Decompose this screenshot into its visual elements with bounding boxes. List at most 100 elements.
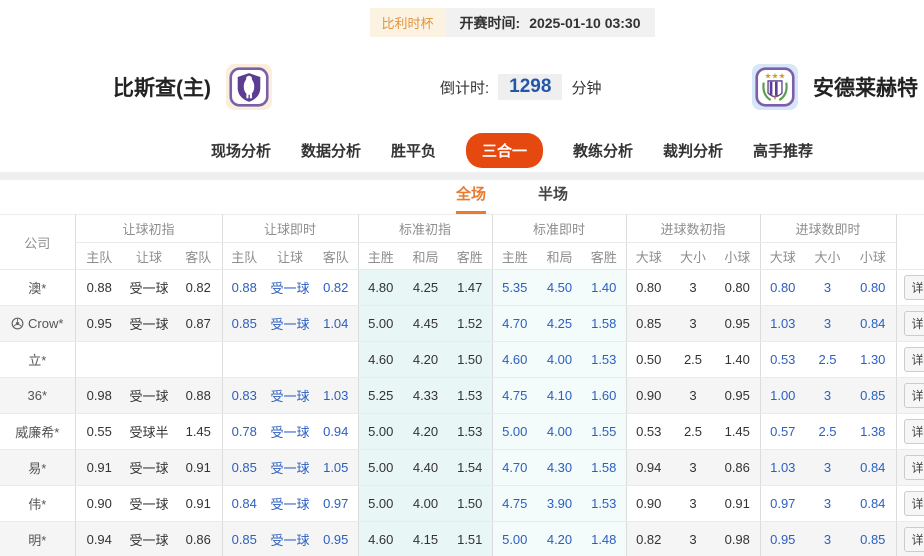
- odds-cell[interactable]: 2.5: [805, 342, 850, 378]
- odds-cell[interactable]: 4.70: [492, 306, 537, 342]
- column-subheader: 主胜: [492, 243, 537, 270]
- odds-cell: 0.94: [75, 522, 123, 556]
- odds-cell[interactable]: 0.85: [222, 450, 266, 486]
- detail-button[interactable]: 详: [904, 383, 924, 408]
- odds-cell[interactable]: 4.75: [492, 378, 537, 414]
- nav-tab[interactable]: 裁判分析: [663, 140, 723, 161]
- odds-cell[interactable]: 3: [805, 270, 850, 306]
- odds-cell[interactable]: 1.04: [314, 306, 358, 342]
- odds-cell[interactable]: 0.84: [850, 486, 896, 522]
- odds-cell[interactable]: 1.55: [582, 414, 626, 450]
- odds-cell[interactable]: 1.58: [582, 306, 626, 342]
- odds-cell[interactable]: 5.00: [492, 522, 537, 556]
- odds-cell[interactable]: 1.60: [582, 378, 626, 414]
- odds-cell[interactable]: 0.57: [760, 414, 805, 450]
- company-cell: 明*: [0, 522, 75, 556]
- odds-cell[interactable]: 0.84: [222, 486, 266, 522]
- odds-cell[interactable]: 0.83: [222, 378, 266, 414]
- detail-button[interactable]: 详: [904, 347, 924, 372]
- odds-cell[interactable]: 受一球: [266, 378, 314, 414]
- column-subheader: 客队: [175, 243, 222, 270]
- odds-cell[interactable]: 1.53: [582, 342, 626, 378]
- odds-cell[interactable]: 4.10: [537, 378, 582, 414]
- odds-cell[interactable]: 受一球: [266, 522, 314, 556]
- odds-cell[interactable]: 4.00: [537, 414, 582, 450]
- nav-tab[interactable]: 三合一: [466, 133, 543, 168]
- odds-cell[interactable]: 0.95: [760, 522, 805, 556]
- period-subtab[interactable]: 半场: [538, 183, 568, 214]
- column-group-header: 进球数初指: [626, 215, 760, 243]
- odds-cell[interactable]: 2.5: [805, 414, 850, 450]
- odds-cell[interactable]: 1.38: [850, 414, 896, 450]
- detail-button[interactable]: 详: [904, 311, 924, 336]
- odds-cell[interactable]: 5.35: [492, 270, 537, 306]
- odds-cell[interactable]: 4.60: [492, 342, 537, 378]
- odds-cell[interactable]: 4.30: [537, 450, 582, 486]
- nav-tab[interactable]: 现场分析: [211, 140, 271, 161]
- odds-cell[interactable]: 0.85: [850, 378, 896, 414]
- column-subheader: 主队: [222, 243, 266, 270]
- odds-cell[interactable]: 1.48: [582, 522, 626, 556]
- nav-tab[interactable]: 数据分析: [301, 140, 361, 161]
- detail-button[interactable]: 详: [904, 419, 924, 444]
- kickoff-time-block: 开赛时间: 2025-01-10 03:30: [446, 8, 655, 37]
- nav-tab[interactable]: 教练分析: [573, 140, 633, 161]
- detail-button[interactable]: 详: [904, 527, 924, 552]
- odds-cell[interactable]: 3: [805, 522, 850, 556]
- column-subheader: 主队: [75, 243, 123, 270]
- odds-cell[interactable]: 4.70: [492, 450, 537, 486]
- odds-cell: [222, 342, 266, 378]
- odds-cell[interactable]: 0.80: [850, 270, 896, 306]
- odds-cell[interactable]: 0.84: [850, 450, 896, 486]
- odds-cell[interactable]: 受一球: [266, 414, 314, 450]
- odds-cell: 0.82: [175, 270, 222, 306]
- odds-cell[interactable]: 1.30: [850, 342, 896, 378]
- odds-cell[interactable]: 0.53: [760, 342, 805, 378]
- odds-cell[interactable]: 3: [805, 306, 850, 342]
- odds-cell[interactable]: 1.03: [314, 378, 358, 414]
- odds-cell[interactable]: 0.97: [314, 486, 358, 522]
- odds-cell[interactable]: 1.00: [760, 378, 805, 414]
- odds-cell[interactable]: 0.94: [314, 414, 358, 450]
- odds-cell[interactable]: 受一球: [266, 270, 314, 306]
- odds-row: 威廉希*0.55受球半1.450.78受一球0.945.004.201.535.…: [0, 414, 924, 450]
- odds-cell[interactable]: 受一球: [266, 450, 314, 486]
- odds-cell[interactable]: 0.84: [850, 306, 896, 342]
- period-subtab[interactable]: 全场: [456, 183, 486, 214]
- odds-cell[interactable]: 4.75: [492, 486, 537, 522]
- odds-cell[interactable]: 3: [805, 486, 850, 522]
- odds-cell[interactable]: 0.78: [222, 414, 266, 450]
- odds-cell[interactable]: 3: [805, 450, 850, 486]
- odds-cell: 5.00: [358, 306, 403, 342]
- odds-cell[interactable]: 0.80: [760, 270, 805, 306]
- odds-cell[interactable]: 0.85: [222, 522, 266, 556]
- odds-cell[interactable]: 5.00: [492, 414, 537, 450]
- odds-cell[interactable]: 受一球: [266, 486, 314, 522]
- odds-cell[interactable]: 0.95: [314, 522, 358, 556]
- nav-tab[interactable]: 高手推荐: [753, 140, 813, 161]
- odds-cell[interactable]: 3: [805, 378, 850, 414]
- odds-cell[interactable]: 4.00: [537, 342, 582, 378]
- odds-cell[interactable]: 0.85: [850, 522, 896, 556]
- odds-cell[interactable]: 1.03: [760, 450, 805, 486]
- odds-cell[interactable]: 1.58: [582, 450, 626, 486]
- odds-cell[interactable]: 1.03: [760, 306, 805, 342]
- odds-cell[interactable]: 4.25: [537, 306, 582, 342]
- odds-cell[interactable]: 0.88: [222, 270, 266, 306]
- league-badge[interactable]: 比利时杯: [370, 8, 446, 37]
- odds-cell[interactable]: 0.97: [760, 486, 805, 522]
- odds-cell[interactable]: 1.05: [314, 450, 358, 486]
- odds-cell[interactable]: 1.40: [582, 270, 626, 306]
- odds-cell[interactable]: 0.82: [314, 270, 358, 306]
- company-cell: 澳*: [0, 270, 75, 306]
- odds-cell[interactable]: 0.85: [222, 306, 266, 342]
- odds-cell[interactable]: 3.90: [537, 486, 582, 522]
- odds-cell[interactable]: 1.53: [582, 486, 626, 522]
- detail-button[interactable]: 详: [904, 491, 924, 516]
- detail-button[interactable]: 详: [904, 455, 924, 480]
- odds-cell[interactable]: 受一球: [266, 306, 314, 342]
- odds-cell[interactable]: 4.50: [537, 270, 582, 306]
- odds-cell[interactable]: 4.20: [537, 522, 582, 556]
- nav-tab[interactable]: 胜平负: [391, 140, 436, 161]
- detail-button[interactable]: 详: [904, 275, 924, 300]
